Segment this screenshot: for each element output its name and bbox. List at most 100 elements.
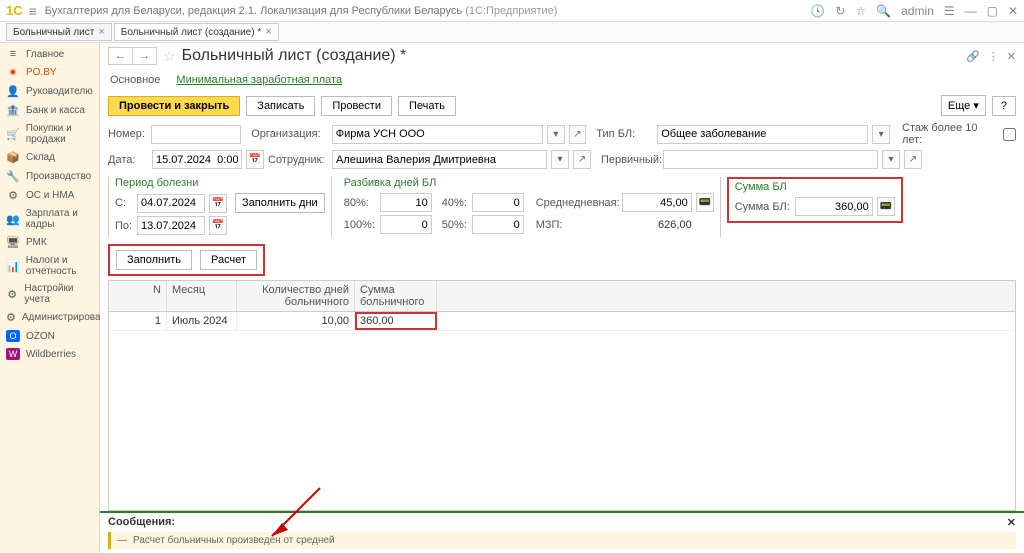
write-button[interactable]: Записать	[246, 96, 315, 116]
messages-panel: Сообщения: ✕ — Расчет больничных произве…	[100, 511, 1024, 553]
p50-label: 50%:	[442, 219, 468, 231]
type-input[interactable]	[657, 125, 868, 144]
calc-button[interactable]: Расчет	[200, 250, 257, 270]
post-button[interactable]: Провести	[321, 96, 392, 116]
star-icon: ✷	[6, 66, 20, 79]
menu-icon[interactable]: ☰	[944, 4, 955, 18]
fill-days-button[interactable]: Заполнить дни	[235, 193, 325, 213]
p80-label: 80%:	[344, 197, 376, 209]
print-button[interactable]: Печать	[398, 96, 456, 116]
group-breakdown: Разбивка дней БЛ 80%: 40%: Среднедневная…	[338, 177, 721, 237]
fill-button[interactable]: Заполнить	[116, 250, 192, 270]
link-icon[interactable]: 🔗	[966, 50, 980, 63]
group-title: Период болезни	[115, 177, 325, 189]
p40-input[interactable]	[472, 193, 524, 212]
close-icon[interactable]: ×	[98, 26, 104, 38]
close-icon[interactable]: ×	[265, 26, 271, 38]
subtabs: Основное Минимальная заработная плата	[100, 69, 1024, 91]
type-label: Тип БЛ:	[596, 128, 653, 140]
subtab-minwage[interactable]: Минимальная заработная плата	[174, 71, 344, 89]
wb-icon: W	[6, 348, 20, 360]
sidebar-item-admin[interactable]: ⚙Администрирование	[0, 308, 99, 327]
sidebar-item-rmk[interactable]: 🖥РМК	[0, 233, 99, 252]
sidebar-item-wb[interactable]: WWildberries	[0, 345, 99, 363]
bell-icon[interactable]: 🕓	[810, 4, 825, 18]
calc-icon[interactable]: 📟	[877, 197, 895, 216]
sidebar-item-warehouse[interactable]: 📦Склад	[0, 148, 99, 167]
p100-label: 100%:	[344, 219, 376, 231]
message-item[interactable]: — Расчет больничных произведен от средне…	[108, 532, 1016, 549]
more-button[interactable]: Еще ▾	[941, 95, 986, 116]
nav-buttons: ← →	[108, 47, 157, 65]
kebab-icon[interactable]: ⋮	[988, 50, 999, 63]
sidebar-item-tax[interactable]: 📊Налоги и отчетность	[0, 252, 99, 280]
sidebar-item-trade[interactable]: 🛒Покупки и продажи	[0, 120, 99, 148]
close-messages-icon[interactable]: ✕	[1007, 516, 1016, 529]
sidebar-item-production[interactable]: 🔧Производство	[0, 167, 99, 186]
favorite-icon[interactable]: ☆	[163, 48, 176, 65]
sidebar-item-poby[interactable]: ✷PO.BY	[0, 63, 99, 82]
subtab-main[interactable]: Основное	[108, 71, 162, 89]
emp-input[interactable]	[332, 150, 547, 169]
sidebar-item-assets[interactable]: ⚙ОС и НМА	[0, 186, 99, 205]
over10-label: Стаж более 10 лет:	[902, 122, 999, 146]
close-window-icon[interactable]: ✕	[1008, 4, 1018, 18]
bank-icon: 🏦	[6, 104, 20, 117]
open-icon[interactable]: ↗	[573, 150, 591, 169]
open-icon[interactable]: ↗	[904, 150, 922, 169]
app-title: Бухгалтерия для Беларуси, редакция 2.1. …	[45, 5, 811, 17]
p50-input[interactable]	[472, 215, 524, 234]
p80-input[interactable]	[380, 193, 432, 212]
number-input[interactable]	[151, 125, 241, 144]
sidebar-item-settings[interactable]: ⚙Настройки учета	[0, 280, 99, 308]
sidebar-item-bank[interactable]: 🏦Банк и касса	[0, 101, 99, 120]
table-body[interactable]: 1 Июль 2024 10,00 360,00	[109, 312, 1015, 510]
dropdown-icon[interactable]: ▾	[547, 125, 565, 144]
p100-input[interactable]	[380, 215, 432, 234]
user-label: admin	[901, 4, 934, 18]
avg-input[interactable]	[622, 193, 692, 212]
sidebar-item-manager[interactable]: 👤Руководителю	[0, 82, 99, 101]
post-close-button[interactable]: Провести и закрыть	[108, 96, 240, 116]
sidebar-item-ozon[interactable]: OOZON	[0, 327, 99, 345]
sidebar-item-payroll[interactable]: 👥Зарплата и кадры	[0, 205, 99, 233]
group-sum: Сумма БЛ Сумма БЛ: 📟	[727, 177, 903, 223]
form: Номер: Организация: ▾ ↗ Тип БЛ: ▾ Стаж б…	[100, 120, 1024, 175]
over10-checkbox[interactable]	[1003, 128, 1016, 141]
forward-button[interactable]: →	[133, 48, 156, 64]
dropdown-icon[interactable]: ▾	[882, 150, 900, 169]
help-button[interactable]: ?	[992, 96, 1016, 116]
dropdown-icon[interactable]: ▾	[551, 150, 569, 169]
messages-title: Сообщения:	[108, 516, 175, 529]
ozon-icon: O	[6, 330, 20, 342]
header-right: 🕓 ↻ ☆ 🔍 admin ☰ — ▢ ✕	[810, 4, 1018, 18]
from-input[interactable]	[137, 194, 205, 213]
history-icon[interactable]: ↻	[835, 4, 845, 18]
table-row[interactable]: 1 Июль 2024 10,00 360,00	[109, 312, 1015, 331]
star-icon[interactable]: ☆	[855, 4, 866, 18]
dropdown-icon[interactable]: ▾	[872, 125, 890, 144]
calendar-icon[interactable]: 📅	[246, 150, 264, 169]
to-input[interactable]	[137, 216, 205, 235]
maximize-icon[interactable]: ▢	[987, 4, 998, 18]
tab-item[interactable]: Больничный лист×	[6, 23, 112, 41]
dash-icon: —	[117, 535, 127, 546]
group-period: Период болезни С: 📅 Заполнить дни По: 📅	[108, 177, 332, 238]
open-icon[interactable]: ↗	[569, 125, 587, 144]
minimize-icon[interactable]: —	[965, 4, 977, 18]
sidebar-item-main[interactable]: ≡Главное	[0, 45, 99, 63]
app-logo-icon: 1C	[6, 3, 23, 18]
tab-item-active[interactable]: Больничный лист (создание) *×	[114, 23, 279, 41]
close-page-icon[interactable]: ✕	[1007, 50, 1016, 63]
menu-icon[interactable]: ≡	[29, 3, 37, 19]
calendar-icon[interactable]: 📅	[209, 216, 227, 235]
group-title: Разбивка дней БЛ	[344, 177, 714, 189]
calc-icon[interactable]: 📟	[696, 193, 714, 212]
date-input[interactable]	[152, 150, 242, 169]
back-button[interactable]: ←	[109, 48, 133, 64]
org-input[interactable]	[332, 125, 543, 144]
search-icon[interactable]: 🔍	[876, 4, 891, 18]
sum-input[interactable]	[795, 197, 873, 216]
primary-input[interactable]	[663, 150, 878, 169]
calendar-icon[interactable]: 📅	[209, 194, 227, 213]
